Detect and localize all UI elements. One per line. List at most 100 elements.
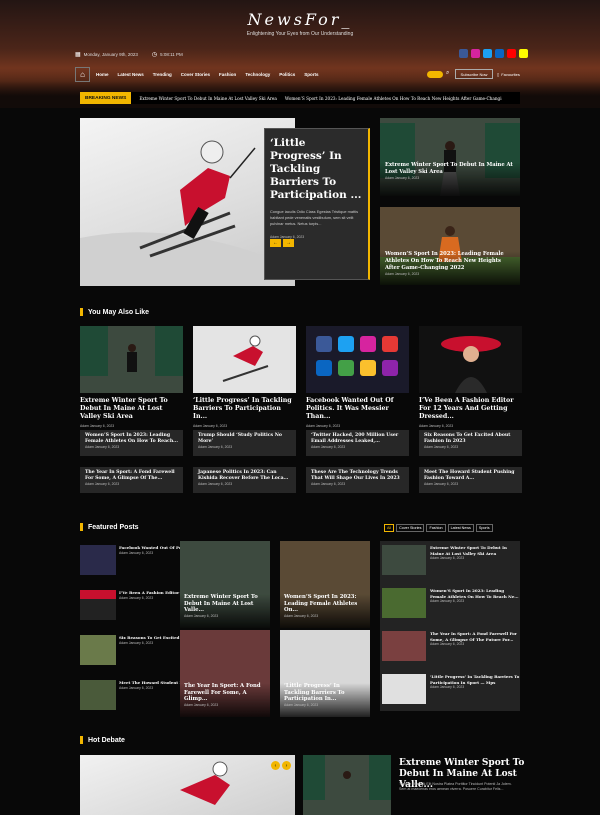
ticker-item[interactable]: Extreme Winter Sport To Debut In Maine A… — [139, 96, 277, 101]
small-article-title[interactable]: The Year In Sport: A Fond Farewell For S… — [85, 470, 178, 482]
railway-woman-image — [303, 755, 391, 815]
hot-debate-image[interactable]: ‹ › — [80, 755, 295, 815]
small-article[interactable]: Trump Should ‘Study Politics No More’ Ada… — [193, 430, 296, 456]
small-article[interactable]: Six Reasons To Get Excited About Fashion… — [419, 430, 522, 456]
tab-cover-stories[interactable]: Cover Stories — [396, 524, 425, 532]
small-article-title[interactable]: Meet The Howard Student Pushing Fashion … — [424, 470, 517, 482]
small-article-title[interactable]: Six Reasons To Get Excited About Fashion… — [424, 433, 517, 445]
current-date: Monday, January 9th, 2023 — [83, 52, 138, 57]
nav-item-home[interactable]: Home — [96, 72, 109, 77]
nav-item-trending[interactable]: Trending — [153, 72, 172, 77]
article-card[interactable]: I’Ve Been A Fashion Editor For 12 Years … — [419, 326, 522, 428]
featured-right-title[interactable]: Extreme Winter Sport To Debut In Maine A… — [430, 545, 520, 556]
tab-sports[interactable]: Sports — [475, 524, 493, 532]
subscribe-button[interactable]: Subscribe Now — [455, 69, 493, 79]
featured-card[interactable]: ‘Little Progress’ In Tackling Barriers T… — [280, 630, 370, 717]
nav-item-cover-stories[interactable]: Cover Stories — [181, 72, 210, 77]
linkedin-icon[interactable] — [495, 49, 504, 58]
card-title[interactable]: ‘Little Progress’ In Tackling Barriers T… — [193, 397, 296, 421]
card-title[interactable]: Extreme Winter Sport To Debut In Maine A… — [80, 397, 183, 421]
ticker-item[interactable]: Women’S Sport In 2023: Leading Female At… — [285, 96, 502, 101]
section-marker-icon — [80, 736, 83, 744]
tab-latest-news[interactable]: Latest News — [447, 524, 474, 532]
twitter-icon[interactable] — [483, 49, 492, 58]
card-image — [419, 326, 522, 393]
card-title[interactable]: I’Ve Been A Fashion Editor For 12 Years … — [419, 397, 522, 421]
featured-right-meta: Adam January 6, 2023 — [430, 642, 465, 646]
facebook-icon[interactable] — [459, 49, 468, 58]
site-logo[interactable]: NewsFor_ — [0, 10, 600, 29]
article-card[interactable]: Facebook Wanted Out Of Politics. It Was … — [306, 326, 409, 428]
hot-debate-excerpt: Tempor Etiam At Elit Nostra Platea Portt… — [399, 782, 512, 791]
snapchat-icon[interactable] — [519, 49, 528, 58]
featured-card-title[interactable]: Extreme Winter Sport To Debut In Maine A… — [184, 594, 266, 614]
small-article[interactable]: Japanese Politics In 2023: Can Kishida R… — [193, 467, 296, 493]
section-marker-icon — [80, 523, 83, 531]
featured-card-title[interactable]: Women’S Sport In 2023: Leading Female At… — [284, 594, 366, 614]
featured-right-title[interactable]: ‘Little Progress’ In Tackling Barriers T… — [430, 674, 520, 685]
favourites-button[interactable]: ▯ Favourites — [497, 69, 525, 79]
featured-card-meta: Adam January 6, 2023 — [184, 702, 219, 707]
side-article-title[interactable]: Women’S Sport In 2023: Leading Female At… — [385, 251, 515, 272]
card-image — [193, 326, 296, 393]
featured-card-title[interactable]: ‘Little Progress’ In Tackling Barriers T… — [284, 683, 366, 703]
main-nav: ⌂ Home Latest News Trending Cover Storie… — [75, 66, 525, 83]
featured-right-title[interactable]: Women’S Sport In 2023: Leading Female At… — [430, 588, 520, 599]
small-article-meta: Adam January 6, 2023 — [424, 482, 459, 486]
nav-item-latest-news[interactable]: Latest News — [118, 72, 144, 77]
featured-card[interactable]: Women’S Sport In 2023: Leading Female At… — [280, 541, 370, 628]
nav-item-fashion[interactable]: Fashion — [219, 72, 236, 77]
nav-item-politics[interactable]: Politics — [279, 72, 295, 77]
small-article[interactable]: ‘Twitter Hacked, 200 Million User Email … — [306, 430, 409, 456]
featured-card[interactable]: Extreme Winter Sport To Debut In Maine A… — [180, 541, 270, 628]
hero-title[interactable]: ‘Little Progress’ In Tackling Barriers T… — [270, 137, 363, 202]
small-article-title[interactable]: Women’S Sport In 2023: Leading Female At… — [85, 433, 178, 445]
card-title[interactable]: Facebook Wanted Out Of Politics. It Was … — [306, 397, 409, 421]
small-article[interactable]: The Year In Sport: A Fond Farewell For S… — [80, 467, 183, 493]
prev-arrow-icon[interactable]: ‹ — [271, 761, 280, 770]
article-card[interactable]: ‘Little Progress’ In Tackling Barriers T… — [193, 326, 296, 428]
youtube-icon[interactable] — [507, 49, 516, 58]
hot-debate-side-image[interactable] — [303, 755, 391, 815]
theme-toggle[interactable] — [427, 71, 443, 78]
next-arrow-icon[interactable]: › — [282, 761, 291, 770]
section-heading: Featured Posts — [80, 523, 139, 531]
small-article-title[interactable]: ‘Twitter Hacked, 200 Million User Email … — [311, 433, 404, 445]
breaking-news-ticker: BREAKING NEWS Extreme Winter Sport To De… — [80, 92, 520, 104]
nav-item-technology[interactable]: Technology — [245, 72, 270, 77]
small-article[interactable]: These Are The Technology Trends That Wil… — [306, 467, 409, 493]
date-time-bar: ▦ Monday, January 9th, 2023 ◷ 5:08:11 PM — [75, 51, 183, 58]
small-article[interactable]: Women’S Sport In 2023: Leading Female At… — [80, 430, 183, 456]
featured-right-item[interactable]: ‘Little Progress’ In Tackling Barriers T… — [382, 674, 520, 704]
featured-right-item[interactable]: The Year In Sport: A Fond Farewell For S… — [382, 631, 520, 661]
thumb-image — [382, 545, 426, 575]
small-article-title[interactable]: These Are The Technology Trends That Wil… — [311, 470, 404, 482]
hero-image[interactable] — [80, 118, 295, 286]
instagram-icon[interactable] — [471, 49, 480, 58]
tab-fashion[interactable]: Fashion — [426, 524, 446, 532]
search-icon[interactable]: ⌕ — [446, 70, 449, 77]
prev-arrow-icon[interactable]: ← — [270, 239, 281, 247]
small-article-title[interactable]: Japanese Politics In 2023: Can Kishida R… — [198, 470, 291, 482]
small-article-title[interactable]: Trump Should ‘Study Politics No More’ — [198, 433, 291, 445]
article-card[interactable]: Extreme Winter Sport To Debut In Maine A… — [80, 326, 183, 428]
site-tagline: Enlightening Your Eyes from Our Understa… — [246, 31, 354, 37]
home-icon[interactable]: ⌂ — [75, 67, 90, 82]
thumb-image — [80, 680, 116, 710]
side-article-overlay: Extreme Winter Sport To Debut In Maine A… — [380, 162, 520, 196]
nav-item-sports[interactable]: Sports — [304, 72, 318, 77]
tab-all[interactable]: All — [384, 524, 395, 532]
featured-right-title[interactable]: The Year In Sport: A Fond Farewell For S… — [430, 631, 520, 642]
featured-card[interactable]: The Year In Sport: A Fond Farewell For S… — [180, 630, 270, 717]
next-arrow-icon[interactable]: → — [283, 239, 294, 247]
small-article[interactable]: Meet The Howard Student Pushing Fashion … — [419, 467, 522, 493]
small-article-meta: Adam January 6, 2023 — [85, 482, 120, 486]
side-article[interactable]: Extreme Winter Sport To Debut In Maine A… — [380, 118, 520, 196]
featured-right-item[interactable]: Women’S Sport In 2023: Leading Female At… — [382, 588, 520, 618]
side-article[interactable]: Women’S Sport In 2023: Leading Female At… — [380, 207, 520, 285]
featured-card-title[interactable]: The Year In Sport: A Fond Farewell For S… — [184, 683, 266, 703]
side-article-title[interactable]: Extreme Winter Sport To Debut In Maine A… — [385, 162, 515, 176]
featured-right-item[interactable]: Extreme Winter Sport To Debut In Maine A… — [382, 545, 520, 575]
hero-article-card[interactable]: ‘Little Progress’ In Tackling Barriers T… — [264, 128, 370, 280]
featured-card-meta: Adam January 6, 2023 — [284, 702, 319, 707]
